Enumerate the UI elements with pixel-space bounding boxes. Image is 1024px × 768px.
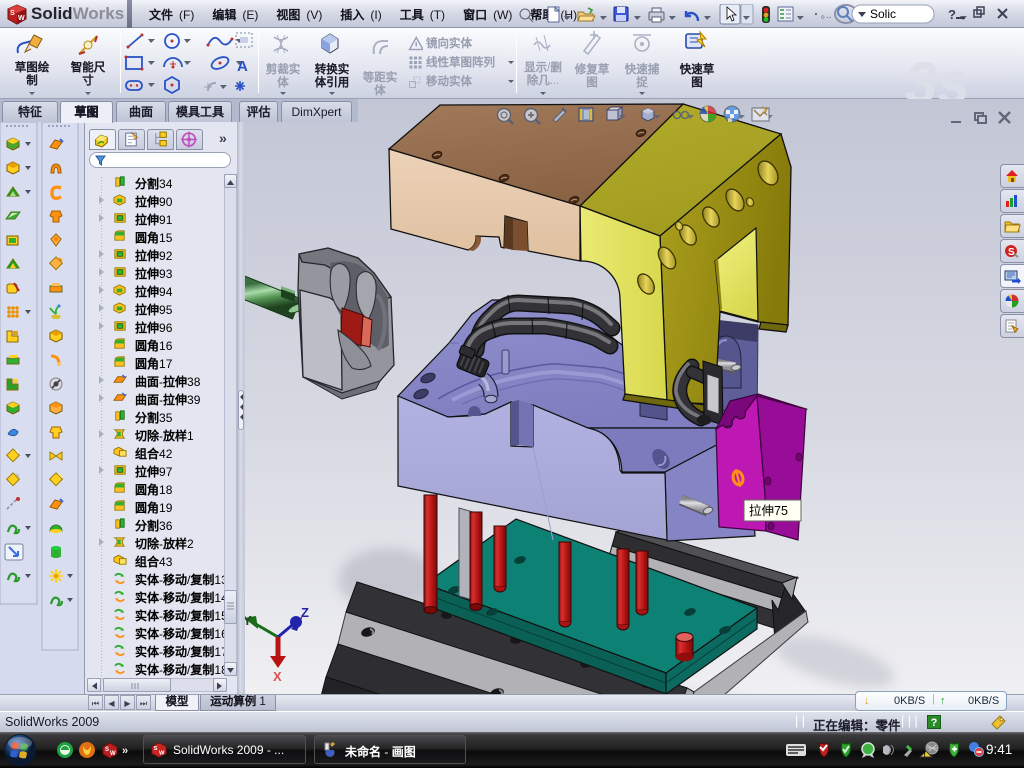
svg-text:S: S [105, 747, 109, 753]
svg-text:・｡..: ・｡.. [811, 10, 832, 21]
svg-text:Z: Z [301, 605, 309, 620]
svg-text:Solic: Solic [870, 7, 896, 21]
svg-text:S: S [10, 10, 15, 17]
svg-text:W: W [159, 750, 165, 756]
svg-text:!: ! [924, 752, 926, 759]
svg-text:W: W [110, 751, 116, 757]
svg-text:S: S [154, 746, 158, 752]
svg-text:S: S [1008, 247, 1015, 258]
svg-text:»: » [122, 745, 128, 757]
svg-text:A: A [237, 58, 248, 75]
svg-text:X: X [273, 669, 282, 684]
svg-text:W: W [18, 15, 25, 22]
svg-text:拉伸75: 拉伸75 [749, 503, 788, 518]
svg-text:?: ? [948, 7, 956, 22]
